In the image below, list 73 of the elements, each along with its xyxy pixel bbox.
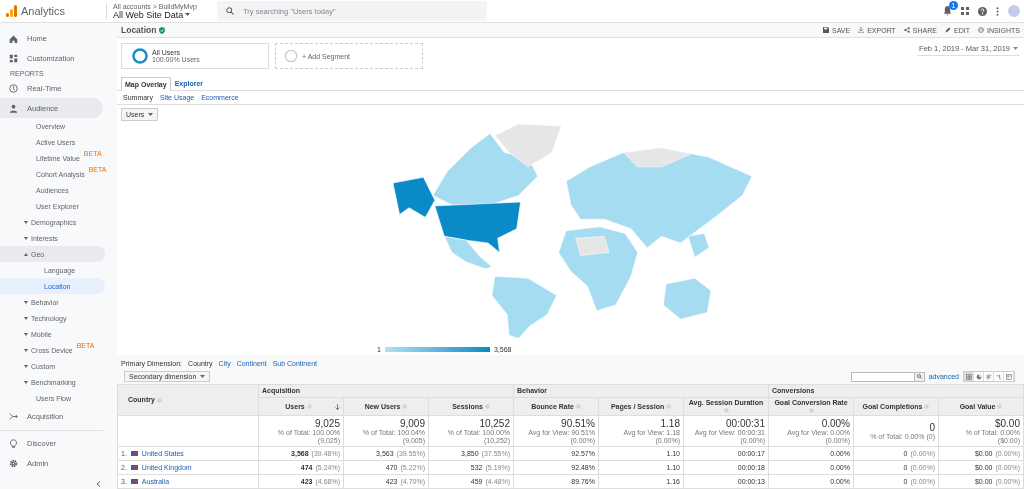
caret-icon bbox=[24, 332, 28, 336]
save-icon bbox=[823, 27, 830, 33]
total-value: 0 bbox=[928, 421, 935, 433]
caret-icon bbox=[24, 236, 28, 240]
help-icon bbox=[997, 404, 1003, 410]
caret-icon bbox=[24, 364, 28, 368]
flag-icon bbox=[130, 479, 138, 485]
help-icon bbox=[808, 408, 814, 414]
lightbulb-icon bbox=[9, 438, 18, 448]
total-value: 1.18 bbox=[659, 417, 680, 429]
clock-icon bbox=[9, 83, 18, 93]
pie-chart-icon bbox=[975, 373, 982, 380]
caret-icon bbox=[24, 348, 28, 352]
caret-icon bbox=[24, 380, 28, 384]
help-icon[interactable] bbox=[978, 6, 987, 16]
person-icon bbox=[9, 103, 18, 113]
ring-icon bbox=[132, 48, 148, 64]
total-value: 9,025 bbox=[314, 417, 340, 429]
view-toggle-button[interactable] bbox=[974, 372, 984, 381]
pivot-icon bbox=[1005, 373, 1012, 380]
caret-icon bbox=[24, 220, 28, 224]
view-toggle-button[interactable] bbox=[984, 372, 994, 381]
total-value: 90.51% bbox=[560, 417, 595, 429]
view-toggle-button[interactable] bbox=[964, 372, 974, 381]
total-value: 00:00:31 bbox=[725, 417, 765, 429]
caret-icon bbox=[148, 113, 154, 116]
total-value: 10,252 bbox=[478, 417, 510, 429]
caret-icon bbox=[200, 375, 206, 378]
insights-icon bbox=[977, 27, 984, 33]
help-icon bbox=[402, 404, 408, 410]
pencil-icon bbox=[945, 27, 951, 33]
help-icon bbox=[924, 404, 930, 410]
avatar[interactable] bbox=[1008, 5, 1020, 17]
shield-check-icon bbox=[159, 26, 166, 34]
home-icon bbox=[9, 33, 18, 43]
search-icon bbox=[916, 374, 922, 379]
table-search-field[interactable] bbox=[850, 371, 915, 382]
chevron-left-icon[interactable] bbox=[96, 481, 101, 487]
apps-grid-icon[interactable] bbox=[961, 7, 969, 15]
logo-icon bbox=[6, 5, 17, 17]
dashboard-icon bbox=[9, 53, 18, 63]
fork-arrow-icon bbox=[9, 411, 18, 421]
ring-icon bbox=[284, 49, 298, 63]
compare-icon bbox=[995, 373, 1002, 380]
download-icon bbox=[858, 27, 865, 33]
total-value: 9,009 bbox=[399, 417, 425, 429]
total-value: $0.00 bbox=[993, 417, 1020, 429]
flag-icon bbox=[130, 465, 138, 471]
caret-icon bbox=[24, 316, 28, 320]
help-icon bbox=[484, 404, 490, 410]
table-grid-icon bbox=[965, 373, 972, 380]
view-toggle-button[interactable] bbox=[1004, 372, 1014, 381]
product-name: Analytics bbox=[21, 5, 66, 17]
gear-icon bbox=[9, 458, 18, 468]
total-value: 0.00% bbox=[820, 417, 850, 429]
help-icon bbox=[306, 404, 312, 410]
search-button[interactable] bbox=[914, 371, 925, 382]
notifications-icon[interactable] bbox=[943, 6, 952, 16]
caret-icon bbox=[24, 300, 28, 304]
page-title: Location bbox=[121, 25, 157, 35]
help-icon bbox=[575, 404, 581, 410]
help-icon bbox=[723, 408, 729, 414]
flag-icon bbox=[130, 451, 138, 457]
search-icon bbox=[226, 7, 234, 15]
share-icon bbox=[903, 27, 910, 33]
caret-icon bbox=[24, 252, 28, 256]
help-icon bbox=[666, 404, 672, 410]
caret-icon bbox=[1013, 47, 1018, 50]
bar-list-icon bbox=[985, 373, 992, 380]
more-vertical-icon[interactable] bbox=[996, 6, 999, 16]
caret-icon bbox=[185, 13, 191, 16]
view-toggle-button[interactable] bbox=[994, 372, 1004, 381]
help-icon bbox=[156, 397, 162, 403]
